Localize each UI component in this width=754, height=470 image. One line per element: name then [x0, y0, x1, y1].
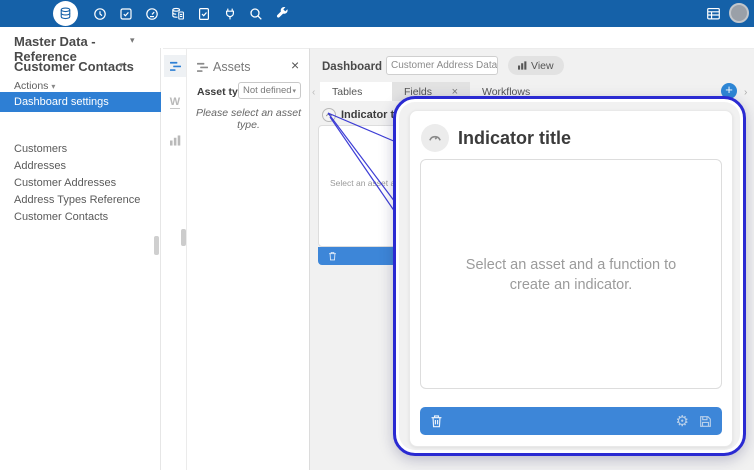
- sidebar-item-dashboard-settings[interactable]: Dashboard settings: [0, 92, 161, 112]
- database-module-button[interactable]: [53, 1, 78, 26]
- sidebar: Master Data - Reference ▾ Customer Conta…: [0, 48, 161, 470]
- dashboard-select[interactable]: Customer Address Datase ▾: [386, 56, 498, 75]
- dashboard-label: Dashboard: [322, 61, 382, 73]
- gauge-icon: [322, 108, 336, 122]
- sidebar-item-addresses[interactable]: Addresses: [14, 160, 66, 172]
- close-icon[interactable]: ×: [291, 57, 299, 73]
- trash-icon[interactable]: [430, 414, 443, 428]
- app-window: Dashboard settings ? Master Data - Refer…: [0, 0, 754, 470]
- indicator-empty-message: Select an asset and a function to create…: [448, 256, 694, 295]
- widgets-icon[interactable]: W: [164, 91, 186, 113]
- plug-icon[interactable]: [222, 6, 237, 21]
- task-check-icon[interactable]: [118, 6, 133, 21]
- assets-empty-message: Please select an asset type.: [187, 107, 310, 131]
- indicator-title: Indicator title: [458, 128, 571, 149]
- indicator-body: Select an asset and a function to create…: [420, 159, 722, 389]
- assets-panel: Assets × Asset type Not defined ▾ Please…: [187, 48, 310, 470]
- indicator-card: Indicator title Select an asset and a fu…: [409, 110, 733, 447]
- avatar[interactable]: [729, 3, 749, 23]
- tab-tables[interactable]: Tables: [320, 82, 392, 101]
- gauge-icon: [421, 124, 449, 152]
- actions-menu[interactable]: Actions ▾: [14, 80, 55, 92]
- search-icon[interactable]: [248, 6, 263, 21]
- chevron-down-icon: ▾: [119, 60, 124, 71]
- indicator-footer: ⚙: [420, 407, 722, 435]
- sidebar-item-customer-addresses[interactable]: Customer Addresses: [14, 177, 116, 189]
- sidebar-item-customers[interactable]: Customers: [14, 143, 67, 155]
- entity-selector[interactable]: Customer Contacts: [14, 59, 134, 74]
- chevron-down-icon: ▾: [51, 82, 55, 91]
- asset-type-select[interactable]: Not defined ▾: [238, 82, 301, 99]
- sidebar-item-customer-contacts[interactable]: Customer Contacts: [14, 211, 108, 223]
- indicator-card-zoom-popup: Indicator title Select an asset and a fu…: [393, 96, 746, 456]
- tabs-scroll-right-icon[interactable]: ›: [744, 87, 747, 98]
- assets-tree-icon: [197, 62, 208, 73]
- form-check-icon[interactable]: [196, 6, 211, 21]
- assets-tree-icon[interactable]: [164, 55, 186, 77]
- panel-resize-handle[interactable]: [154, 236, 159, 255]
- database-icon: [59, 7, 72, 20]
- sidebar-item-address-types-reference[interactable]: Address Types Reference: [14, 194, 140, 206]
- trash-icon[interactable]: [328, 251, 337, 261]
- panel-resize-handle[interactable]: [181, 229, 186, 246]
- tabs-scroll-left-icon[interactable]: ‹: [312, 87, 315, 98]
- wrench-icon[interactable]: [274, 6, 289, 21]
- clock-icon[interactable]: [92, 6, 107, 21]
- database-doc-icon[interactable]: [170, 6, 185, 21]
- chevron-down-icon: ▾: [130, 35, 135, 46]
- charts-icon[interactable]: [164, 129, 186, 151]
- save-icon[interactable]: [699, 415, 712, 428]
- data-table-icon[interactable]: [706, 6, 721, 21]
- gear-icon[interactable]: ⚙: [676, 414, 689, 429]
- asset-rail: W: [163, 48, 187, 470]
- top-bar: [0, 0, 754, 27]
- view-button[interactable]: View: [508, 56, 564, 75]
- chevron-down-icon: ▾: [292, 87, 296, 95]
- assets-panel-title: Assets: [213, 60, 251, 74]
- chart-icon: [518, 61, 527, 70]
- gauge-icon[interactable]: [144, 6, 159, 21]
